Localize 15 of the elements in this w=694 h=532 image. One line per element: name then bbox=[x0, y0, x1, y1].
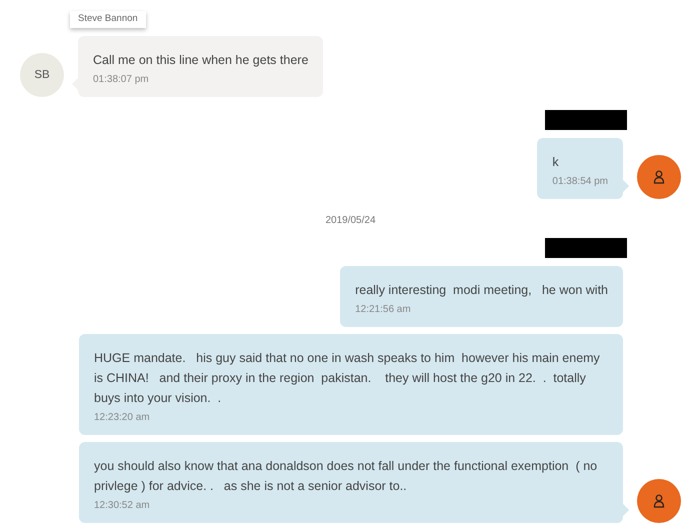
person-icon bbox=[653, 494, 665, 508]
message-text: k bbox=[552, 154, 560, 172]
date-label: 2019/05/24 bbox=[324, 214, 377, 228]
message-text: HUGE mandate. his guy said that no one in wash speaks to him however his main enemy is CHINA! and their proxy in the region pakistan. they will host the g20 in 22. . totally buys into your vision. . bbox=[94, 350, 601, 408]
message-time: 12:23:20 am bbox=[94, 411, 151, 426]
message-time: 12:21:56 am bbox=[355, 303, 412, 318]
sender-name-label: Steve Bannon bbox=[70, 11, 146, 28]
message-text: Call me on this line when he gets there bbox=[93, 52, 308, 70]
message-time: 01:38:07 pm bbox=[93, 73, 150, 88]
person-icon bbox=[653, 170, 665, 184]
message-text: really interesting modi meeting, he won with bbox=[355, 282, 608, 300]
avatar: SB bbox=[20, 53, 64, 98]
message-time: 12:30:52 am bbox=[94, 499, 151, 514]
message-text: you should also know that ana donaldson does not fall under the functional exemption ( no privlege ) for advice. . as she is not a senior advisor to.. bbox=[94, 458, 598, 496]
message-time: 01:38:54 pm bbox=[552, 175, 608, 190]
